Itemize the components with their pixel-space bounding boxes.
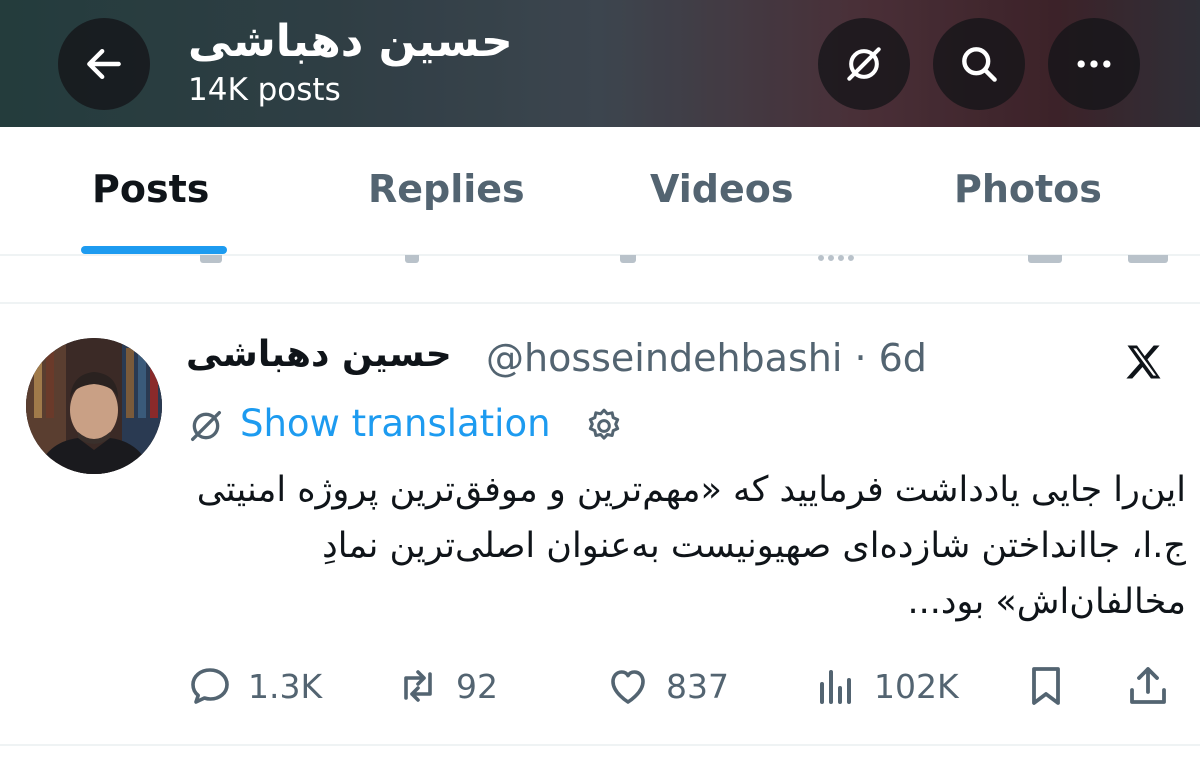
retweet-icon bbox=[404, 670, 432, 702]
show-translation-link[interactable]: Show translation bbox=[240, 402, 551, 445]
search-icon bbox=[962, 47, 997, 82]
post-count: 14K posts bbox=[188, 72, 341, 108]
x-logo-icon bbox=[1126, 345, 1161, 379]
prev-views-icon bbox=[818, 255, 854, 261]
tab-replies[interactable]: Replies bbox=[368, 167, 525, 211]
translate-button[interactable] bbox=[818, 18, 910, 110]
like-button[interactable]: 837 bbox=[604, 658, 729, 714]
views-button[interactable]: 102K bbox=[812, 658, 959, 714]
share-button[interactable] bbox=[1124, 658, 1172, 714]
back-button[interactable] bbox=[58, 18, 150, 110]
views-icon bbox=[820, 670, 851, 704]
translate-icon bbox=[191, 411, 221, 441]
active-tab-indicator bbox=[81, 246, 227, 254]
repost-button[interactable]: 92 bbox=[394, 658, 498, 714]
translate-icon bbox=[847, 47, 881, 81]
bookmark-icon bbox=[1032, 667, 1060, 705]
views-count: 102K bbox=[874, 666, 959, 706]
author-name[interactable]: حسین دهباشی bbox=[186, 334, 452, 375]
avatar[interactable] bbox=[26, 338, 162, 474]
repost-count: 92 bbox=[456, 666, 498, 706]
more-icon bbox=[1077, 60, 1111, 68]
tab-photos[interactable]: Photos bbox=[954, 167, 1102, 211]
share-icon bbox=[1130, 667, 1166, 704]
reply-icon bbox=[191, 668, 229, 704]
bookmark-button[interactable] bbox=[1022, 658, 1070, 714]
previous-post-actions bbox=[0, 255, 1200, 303]
prev-retweet-icon bbox=[405, 255, 419, 263]
post-actions: 1.3K 92 837 102K bbox=[0, 658, 1200, 714]
gear-icon[interactable] bbox=[584, 406, 624, 446]
prev-bookmark-icon bbox=[1028, 255, 1062, 263]
author-handle-time[interactable]: @hosseindehbashi · 6d bbox=[486, 336, 927, 380]
like-count: 837 bbox=[666, 666, 729, 706]
back-arrow-icon bbox=[87, 48, 121, 80]
profile-tabs: Posts Replies Videos Photos bbox=[0, 127, 1200, 255]
post-text: این‌را جایی یادداشت فرمایید که «مهم‌ترین… bbox=[196, 470, 1186, 622]
search-button[interactable] bbox=[933, 18, 1025, 110]
profile-title: حسین دهباشی bbox=[188, 16, 513, 67]
like-icon bbox=[611, 670, 645, 704]
tab-posts[interactable]: Posts bbox=[92, 167, 209, 211]
avatar-image bbox=[26, 338, 162, 474]
reply-count: 1.3K bbox=[248, 666, 323, 706]
more-button[interactable] bbox=[1048, 18, 1140, 110]
post-divider bbox=[0, 302, 1200, 304]
prev-like-icon bbox=[620, 255, 636, 263]
bottom-divider bbox=[0, 744, 1200, 746]
reply-button[interactable]: 1.3K bbox=[186, 658, 322, 714]
prev-reply-icon bbox=[200, 255, 222, 263]
prev-share-icon bbox=[1128, 255, 1168, 263]
tab-videos[interactable]: Videos bbox=[650, 167, 793, 211]
